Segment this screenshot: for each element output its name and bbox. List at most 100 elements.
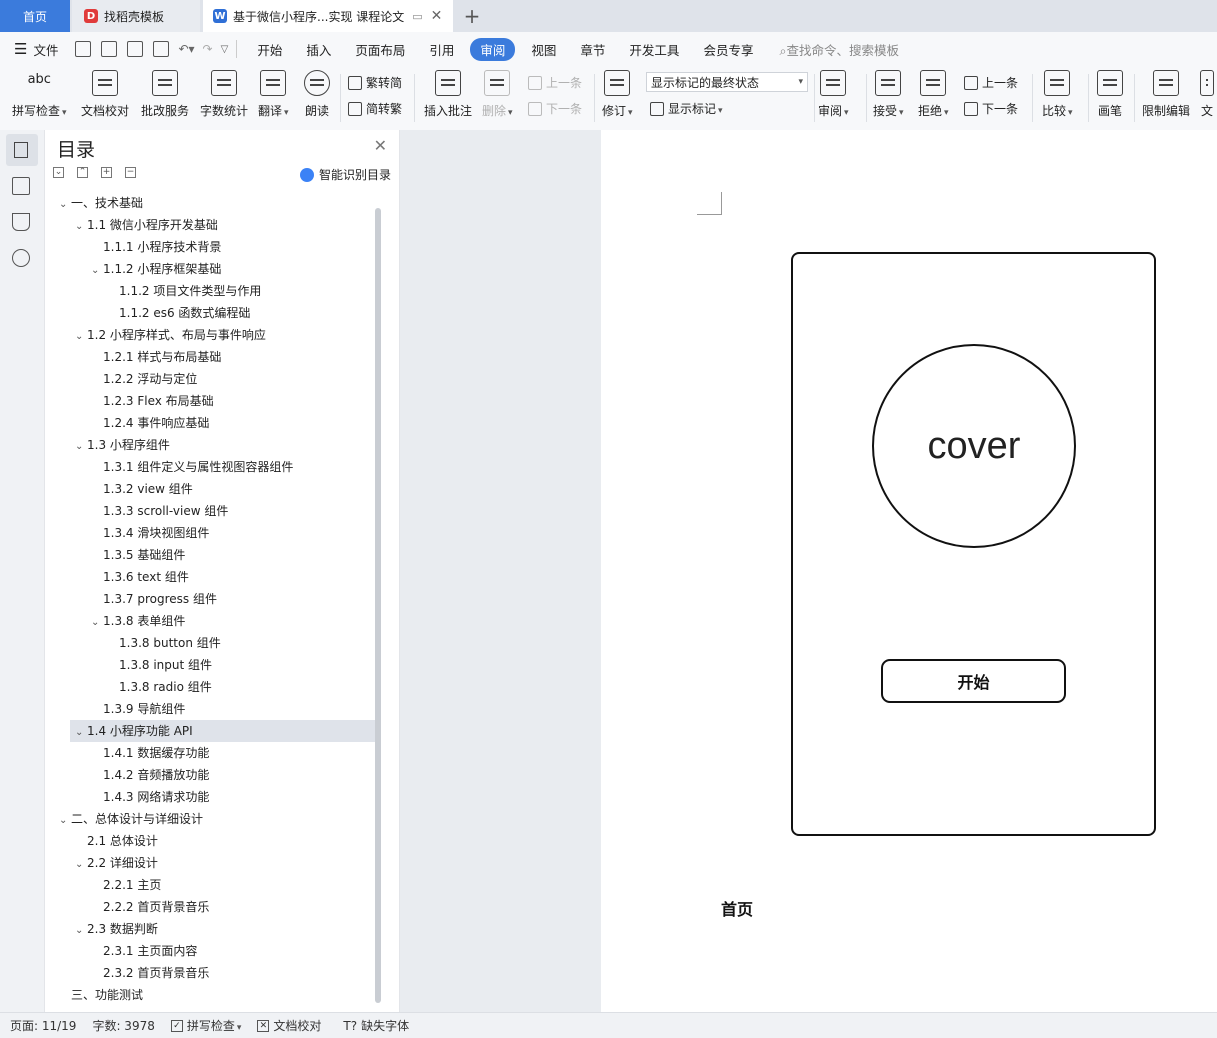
bookmark-icon[interactable] bbox=[12, 213, 30, 231]
print-preview-icon[interactable] bbox=[153, 41, 170, 57]
command-search[interactable]: ⌕查找命令、搜索模板 bbox=[779, 40, 899, 59]
menu-file[interactable]: 文件 bbox=[27, 40, 70, 59]
quick-access-dropdown-icon[interactable]: ▽ bbox=[221, 44, 229, 55]
markup-state-select[interactable]: 显示标记的最终状态 ▾ bbox=[646, 72, 808, 92]
trad-to-simp-button[interactable]: 繁转简 bbox=[348, 74, 402, 91]
restrict-editing-button[interactable]: 限制编辑 bbox=[1142, 70, 1190, 119]
toc-item[interactable]: ⌄ 1.1 微信小程序开发基础 bbox=[45, 214, 218, 236]
toc-item[interactable]: 2.1 总体设计 bbox=[45, 830, 158, 852]
menu-page-layout[interactable]: 页面布局 bbox=[343, 40, 417, 59]
toc-item[interactable]: ⌄ 2.2 详细设计 bbox=[45, 852, 158, 874]
chevron-down-icon[interactable]: ⌄ bbox=[75, 326, 87, 348]
toc-item[interactable]: 1.3.8 button 组件 bbox=[45, 632, 221, 654]
collapse-all-icon[interactable]: ⌄ bbox=[53, 167, 64, 178]
toc-item[interactable]: 三、功能测试 bbox=[45, 984, 143, 1006]
toc-item[interactable]: 1.1.2 项目文件类型与作用 bbox=[45, 280, 261, 302]
compare-button[interactable]: 比较 bbox=[1042, 70, 1073, 119]
insert-comment-button[interactable]: 插入批注 bbox=[424, 70, 472, 119]
add-heading-icon[interactable]: + bbox=[101, 167, 112, 178]
toc-item[interactable]: 1.4.1 数据缓存功能 bbox=[45, 742, 209, 764]
menu-references[interactable]: 引用 bbox=[417, 40, 466, 59]
tab-template-store[interactable]: D 找稻壳模板 bbox=[72, 0, 200, 32]
toc-item[interactable]: 1.3.9 导航组件 bbox=[45, 698, 185, 720]
tab-document[interactable]: W 基于微信小程序...实现 课程论文 ▭ ✕ bbox=[203, 0, 453, 32]
menu-hamburger-icon[interactable]: ☰ bbox=[14, 40, 27, 58]
menu-member[interactable]: 会员专享 bbox=[691, 40, 765, 59]
chevron-down-icon[interactable]: ⌄ bbox=[91, 612, 103, 634]
toc-item[interactable]: 1.2.1 样式与布局基础 bbox=[45, 346, 221, 368]
document-more-button[interactable]: 文 bbox=[1200, 70, 1214, 119]
next-change-button[interactable]: 下一条 bbox=[964, 100, 1018, 117]
delete-comment-button[interactable]: 删除 bbox=[482, 70, 513, 119]
menu-home[interactable]: 开始 bbox=[245, 40, 294, 59]
search-icon[interactable] bbox=[12, 249, 30, 267]
toc-item[interactable]: 1.3.5 基础组件 bbox=[45, 544, 185, 566]
close-tab-icon[interactable]: ✕ bbox=[431, 8, 443, 24]
proof-status[interactable]: ✕ 文档校对 bbox=[257, 1017, 321, 1034]
toc-scrollbar[interactable] bbox=[375, 208, 381, 1003]
prev-comment-button[interactable]: 上一条 bbox=[528, 74, 582, 91]
show-markup-button[interactable]: 显示标记 bbox=[650, 100, 723, 117]
expand-up-icon[interactable]: ⌃ bbox=[77, 167, 88, 178]
chevron-down-icon[interactable]: ⌄ bbox=[75, 722, 87, 744]
document-proof-button[interactable]: 文档校对 bbox=[81, 70, 129, 119]
chevron-down-icon[interactable]: ⌄ bbox=[75, 920, 87, 942]
new-tab-button[interactable]: + bbox=[460, 0, 484, 32]
review-service-button[interactable]: 批改服务 bbox=[141, 70, 189, 119]
undo-icon[interactable]: ↶▾ bbox=[178, 42, 194, 56]
word-count-status[interactable]: 字数: 3978 bbox=[92, 1017, 154, 1034]
reject-change-button[interactable]: 拒绝 bbox=[918, 70, 949, 119]
toc-item[interactable]: 1.3.7 progress 组件 bbox=[45, 588, 217, 610]
chevron-down-icon[interactable]: ⌄ bbox=[75, 436, 87, 458]
smart-toc-button[interactable]: 智能识别目录 bbox=[299, 166, 391, 183]
toc-item[interactable]: 2.2.2 首页背景音乐 bbox=[45, 896, 209, 918]
chevron-down-icon[interactable]: ⌄ bbox=[59, 810, 71, 832]
ink-button[interactable]: 画笔 bbox=[1097, 70, 1123, 119]
accept-change-button[interactable]: 接受 bbox=[873, 70, 904, 119]
toc-item[interactable]: ⌄ 二、总体设计与详细设计 bbox=[45, 808, 203, 830]
toc-item[interactable]: 1.2.2 浮动与定位 bbox=[45, 368, 197, 390]
review-pane-button[interactable]: 审阅 bbox=[818, 70, 849, 119]
toc-item[interactable]: 1.2.4 事件响应基础 bbox=[45, 412, 209, 434]
simp-to-trad-button[interactable]: 简转繁 bbox=[348, 100, 402, 117]
translate-button[interactable]: 翻译 bbox=[258, 70, 289, 119]
chevron-down-icon[interactable]: ⌄ bbox=[91, 260, 103, 282]
chevron-down-icon[interactable]: ⌄ bbox=[75, 216, 87, 238]
chapter-nav-icon[interactable] bbox=[12, 177, 30, 195]
print-icon[interactable] bbox=[127, 41, 144, 57]
outline-pane-icon[interactable] bbox=[6, 134, 38, 166]
missing-font-status[interactable]: T? 缺失字体 bbox=[343, 1017, 409, 1034]
remove-heading-icon[interactable]: − bbox=[125, 167, 136, 178]
toc-item[interactable]: ⌄ 2.3 数据判断 bbox=[45, 918, 158, 940]
chevron-down-icon[interactable]: ⌄ bbox=[59, 194, 71, 216]
toc-item[interactable]: 1.3.3 scroll-view 组件 bbox=[45, 500, 228, 522]
tab-home[interactable]: 首页 bbox=[0, 0, 70, 32]
read-aloud-button[interactable]: 朗读 bbox=[304, 70, 330, 119]
toc-item[interactable]: 1.3.6 text 组件 bbox=[45, 566, 189, 588]
close-icon[interactable]: ✕ bbox=[374, 136, 387, 155]
toc-item[interactable]: 1.3.2 view 组件 bbox=[45, 478, 193, 500]
save-icon[interactable] bbox=[75, 41, 92, 57]
screen-icon[interactable]: ▭ bbox=[412, 10, 422, 23]
track-changes-button[interactable]: 修订 bbox=[602, 70, 633, 119]
toc-item[interactable]: 1.4.3 网络请求功能 bbox=[45, 786, 209, 808]
spell-check-status[interactable]: ✓ 拼写检查 bbox=[170, 1017, 242, 1034]
toc-item[interactable]: ⌄ 1.4 小程序功能 API bbox=[70, 720, 380, 742]
toc-item[interactable]: 1.2.3 Flex 布局基础 bbox=[45, 390, 214, 412]
toc-item[interactable]: ⌄ 1.3 小程序组件 bbox=[45, 434, 170, 456]
toc-item[interactable]: ⌄ 1.2 小程序样式、布局与事件响应 bbox=[45, 324, 266, 346]
toc-item[interactable]: 1.3.1 组件定义与属性视图容器组件 bbox=[45, 456, 293, 478]
toc-item[interactable]: 1.1.1 小程序技术背景 bbox=[45, 236, 221, 258]
menu-view[interactable]: 视图 bbox=[519, 40, 568, 59]
toc-item[interactable]: 2.3.2 首页背景音乐 bbox=[45, 962, 209, 984]
toc-item[interactable]: 1.3.4 滑块视图组件 bbox=[45, 522, 209, 544]
menu-chapter[interactable]: 章节 bbox=[568, 40, 617, 59]
toc-item[interactable]: 1.3.8 radio 组件 bbox=[45, 676, 212, 698]
next-comment-button[interactable]: 下一条 bbox=[528, 100, 582, 117]
spell-check-button[interactable]: abc 拼写检查 bbox=[12, 70, 67, 119]
toc-item[interactable]: 2.2.1 主页 bbox=[45, 874, 161, 896]
toc-item[interactable]: 1.4.2 音频播放功能 bbox=[45, 764, 209, 786]
toc-item[interactable]: 2.3.1 主页面内容 bbox=[45, 940, 197, 962]
toc-item[interactable]: 1.1.2 es6 函数式编程础 bbox=[45, 302, 250, 324]
toc-item[interactable]: 1.3.8 input 组件 bbox=[45, 654, 212, 676]
